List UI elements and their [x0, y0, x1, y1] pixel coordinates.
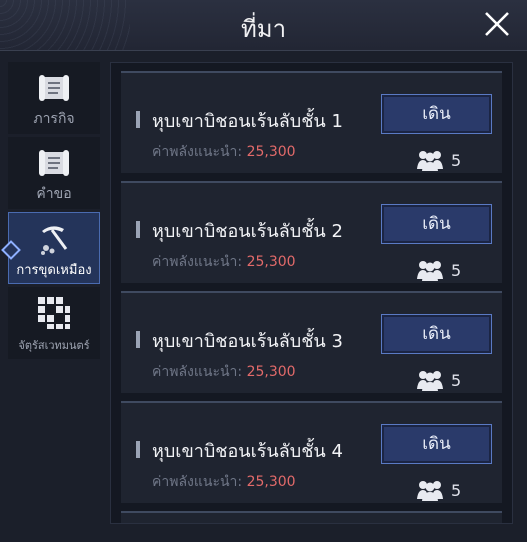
recommended-power: ค่าพลังแนะนำ: 25,300 [152, 471, 296, 493]
sidebar-item-label: การขุดเหมือง [16, 263, 92, 278]
scroll-icon [8, 145, 100, 181]
title-marker [136, 111, 140, 128]
recommended-power: ค่าพลังแนะนำ: 25,300 [152, 251, 296, 273]
party-icon [417, 261, 443, 281]
page-title: ที่มา [240, 15, 287, 43]
list-item: หุบเขาบิชอนเร้นลับชั้น 2 ค่าพลังแนะนำ: 2… [121, 181, 502, 283]
sidebar: ภารกิจ คำขอ การขุดเหมือง จัตุรัสเวทมนตร์ [1, 62, 100, 362]
title-marker [136, 221, 140, 238]
dungeon-title: หุบเขาบิชอนเร้นลับชั้น 1 [152, 111, 343, 132]
header-bar: ที่มา [0, 0, 527, 51]
party-count: 5 [451, 480, 462, 500]
party-size: 5 [417, 149, 461, 171]
list-item: หุบเขาบิชอนเร้นลับชั้น 1 ค่าพลังแนะนำ: 2… [121, 71, 502, 173]
list-item: หุบเขาบิชอนเร้นลับชั้น 3 ค่าพลังแนะนำ: 2… [121, 291, 502, 393]
dungeon-title: หุบเขาบิชอนเร้นลับชั้น 3 [152, 331, 343, 352]
power-value: 25,300 [246, 254, 296, 270]
sidebar-item-mining[interactable]: การขุดเหมือง [1, 212, 100, 284]
dungeon-list: หุบเขาบิชอนเร้นลับชั้น 1 ค่าพลังแนะนำ: 2… [110, 62, 513, 524]
party-size: 5 [417, 369, 461, 391]
list-item: หุบเขาบิชอนเร้นลับชั้น 4 ค่าพลังแนะนำ: 2… [121, 401, 502, 503]
sidebar-item-label: ภารกิจ [33, 111, 75, 127]
power-value: 25,300 [246, 474, 296, 490]
close-icon [485, 12, 509, 36]
party-count: 5 [451, 150, 462, 170]
power-value: 25,300 [246, 144, 296, 160]
grid-icon [8, 295, 100, 331]
dungeon-title: หุบเขาบิชอนเร้นลับชั้น 4 [152, 441, 343, 462]
go-button[interactable]: เดิน [381, 424, 492, 464]
sidebar-item-label: จัตุรัสเวทมนตร์ [18, 339, 90, 352]
power-label: ค่าพลังแนะนำ: [152, 254, 243, 270]
title-marker [136, 331, 140, 348]
recommended-power: ค่าพลังแนะนำ: 25,300 [152, 361, 296, 383]
party-icon [417, 371, 443, 391]
go-button[interactable]: เดิน [381, 94, 492, 134]
title-marker [136, 441, 140, 458]
party-size: 5 [417, 479, 461, 501]
scroll-icon [8, 70, 100, 106]
party-icon [417, 481, 443, 501]
power-label: ค่าพลังแนะนำ: [152, 364, 243, 380]
go-button[interactable]: เดิน [381, 204, 492, 244]
power-value: 25,300 [246, 364, 296, 380]
pickaxe-icon [9, 221, 99, 257]
sidebar-item-quest[interactable]: ภารกิจ [8, 62, 100, 134]
sidebar-item-request[interactable]: คำขอ [8, 137, 100, 209]
dungeon-title: หุบเขาบิชอนเร้นลับชั้น 2 [152, 221, 343, 242]
power-label: ค่าพลังแนะนำ: [152, 474, 243, 490]
power-label: ค่าพลังแนะนำ: [152, 144, 243, 160]
list-item-partial [121, 511, 502, 523]
party-count: 5 [451, 370, 462, 390]
sidebar-item-label: คำขอ [36, 186, 72, 202]
go-button[interactable]: เดิน [381, 314, 492, 354]
close-button[interactable] [483, 10, 511, 38]
party-size: 5 [417, 259, 461, 281]
sidebar-item-magic-square[interactable]: จัตุรัสเวทมนตร์ [8, 287, 100, 359]
party-count: 5 [451, 260, 462, 280]
recommended-power: ค่าพลังแนะนำ: 25,300 [152, 141, 296, 163]
party-icon [417, 151, 443, 171]
